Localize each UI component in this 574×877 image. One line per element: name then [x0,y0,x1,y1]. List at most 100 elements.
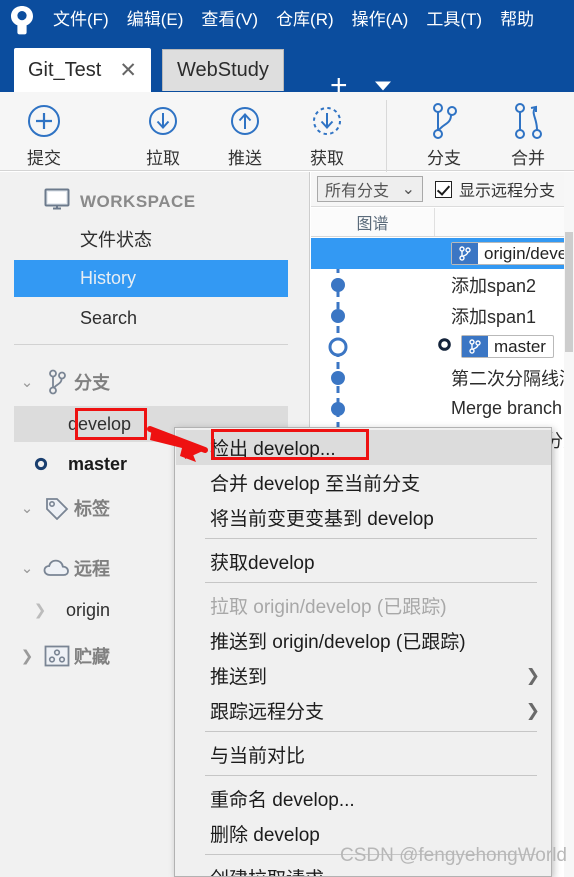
toolbar-label: 推送 [228,149,262,168]
toolbar-merge-button[interactable]: 合并 [490,100,566,169]
sidebar-item-file-status[interactable]: 文件状态 [14,220,288,257]
context-menu-item-fetch[interactable]: 获取develop [176,544,551,579]
context-menu-item-diff-against-current[interactable]: 与当前对比 [176,737,551,772]
show-remote-branches-checkbox[interactable]: 显示远程分支 [435,177,555,201]
commit-message: 添加span2 [451,275,537,296]
toolbar-branch-button[interactable]: 分支 [406,100,482,169]
current-branch-dot-icon [437,336,452,357]
chevron-down-icon[interactable]: ⌄ [14,373,40,391]
toolbar-label: 拉取 [146,149,180,168]
checkbox-icon[interactable] [435,180,452,198]
context-menu-separator [205,538,537,539]
arrow-down-circle-icon [145,100,181,142]
context-menu-item-label: 与当前对比 [210,746,306,767]
branch-ref-badge[interactable]: origin/devel [451,242,574,265]
chevron-down-icon: ⌄ [401,181,415,198]
commit-message: Merge branch [451,398,563,418]
commit-ref-tag: master [437,335,554,358]
tag-icon [40,496,74,520]
chevron-down-icon[interactable] [375,81,391,91]
commit-row[interactable]: Merge branch [311,393,574,424]
branch-filter-dropdown[interactable]: 所有分支 ⌄ [317,176,423,202]
toolbar-label: 分支 [427,149,461,168]
menu-item-tools[interactable]: 工具(T) [417,0,491,40]
context-menu-item-label: 重命名 develop... [210,790,355,811]
menu-item-edit[interactable]: 编辑(E) [118,0,193,40]
sidebar-section-branches[interactable]: ⌄ 分支 [14,362,288,402]
toolbar-divider [386,100,387,172]
new-tab-button[interactable]: + [330,71,348,93]
commit-row[interactable]: 添加span2 [311,269,574,300]
branch-ref-label: origin/devel [484,243,571,263]
commit-row[interactable]: 添加span1 [311,300,574,331]
merge-icon [511,100,545,142]
context-menu-item-label: 拉取 origin/develop (已跟踪) [210,597,447,618]
chevron-right-icon: ❯ [525,665,540,685]
context-menu-item-push-to[interactable]: 推送到 ❯ [176,658,551,693]
sidebar-divider [14,344,288,345]
scrollbar-thumb[interactable] [565,232,573,352]
context-menu-item-label: 将当前变更变基到 develop [210,509,434,530]
chevron-down-icon[interactable]: ⌄ [14,559,40,577]
tab-webstudy[interactable]: WebStudy [162,49,284,91]
context-menu-item-label: 推送到 origin/develop (已跟踪) [210,632,466,653]
sidebar-item-search[interactable]: Search [14,300,288,337]
column-header-description[interactable] [435,208,574,236]
menu-item-actions[interactable]: 操作(A) [343,0,418,40]
sidebar-branch-label: develop [68,413,132,434]
commit-row[interactable]: origin/devel [311,238,574,269]
context-menu-item-merge[interactable]: 合并 develop 至当前分支 [176,465,551,500]
context-menu-item-label: 获取develop [210,553,315,574]
context-menu-item-rename[interactable]: 重命名 develop... [176,781,551,816]
sidebar-item-label: History [80,268,137,288]
branch-icon [452,243,478,264]
stash-icon [40,644,74,668]
context-menu-separator [205,775,537,776]
context-menu-item-rebase[interactable]: 将当前变更变基到 develop [176,500,551,535]
branch-filter-value: 所有分支 [325,183,390,200]
context-menu-item-label: 跟踪远程分支 [210,702,325,723]
tab-git-test[interactable]: Git_Test ✕ [14,48,151,92]
workspace-label: WORKSPACE [80,191,196,211]
tab-label: WebStudy [177,59,269,81]
column-header-graph[interactable]: 图谱 [311,208,435,236]
menu-item-help[interactable]: 帮助 [491,0,543,40]
toolbar-commit-button[interactable]: 提交 [6,100,82,169]
history-filter-bar: 所有分支 ⌄ 显示远程分支 [311,172,574,207]
sidebar-section-label: 标签 [74,499,110,519]
tab-strip: Git_Test ✕ WebStudy + [0,40,574,92]
chevron-right-icon[interactable]: ❯ [14,647,40,665]
history-column-headers: 图谱 [311,208,574,237]
sidebar-remote-label: origin [66,599,111,620]
menu-item-file[interactable]: 文件(F) [44,0,118,40]
chevron-down-icon[interactable]: ⌄ [14,499,40,517]
context-menu-item-label: 创建拉取请求... [210,864,340,876]
sidebar-item-history[interactable]: History [14,260,288,297]
context-menu-item-track-remote[interactable]: 跟踪远程分支 ❯ [176,693,551,728]
context-menu-item-label: 检出 develop... [210,439,336,460]
branch-icon [40,369,74,395]
toolbar-push-button[interactable]: 推送 [207,100,283,169]
close-icon[interactable]: ✕ [119,60,137,81]
context-menu-item-label: 合并 develop 至当前分支 [210,474,421,495]
context-menu-item-push-tracked[interactable]: 推送到 origin/develop (已跟踪) [176,623,551,658]
toolbar-fetch-button[interactable]: 获取 [289,100,365,169]
sidebar-section-label: 分支 [74,373,110,393]
context-menu-item-checkout[interactable]: 检出 develop... [176,430,551,465]
context-menu-item-label: 推送到 [210,667,268,688]
branch-ref-badge[interactable]: master [461,335,554,358]
commit-row[interactable]: 第二次分隔线添 [311,362,574,393]
sourcetree-logo-icon [0,0,44,40]
history-scrollbar[interactable] [564,172,574,877]
monitor-icon [44,188,70,215]
menu-item-view[interactable]: 查看(V) [192,0,267,40]
menu-item-repository[interactable]: 仓库(R) [267,0,343,40]
toolbar-label: 提交 [27,149,61,168]
sidebar-item-label: 文件状态 [80,229,152,250]
sidebar-section-label: 远程 [74,559,110,579]
watermark: CSDN @fengyehongWorld [340,845,567,866]
toolbar-label: 获取 [310,149,344,168]
chevron-right-icon[interactable]: ❯ [14,601,66,619]
commit-row[interactable]: master [311,331,574,362]
toolbar-pull-button[interactable]: 拉取 [125,100,201,169]
